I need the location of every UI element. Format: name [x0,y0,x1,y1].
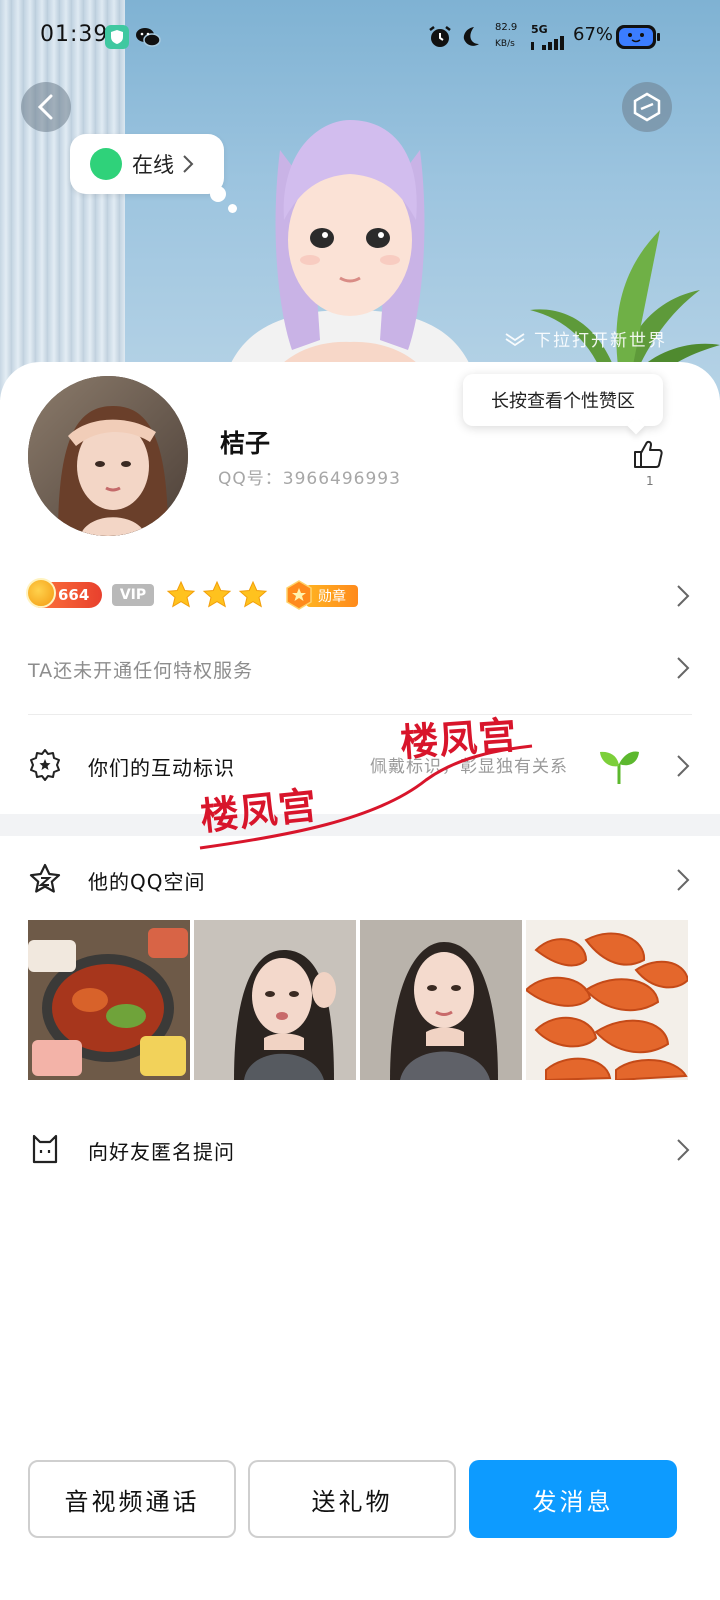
privilege-text: TA还未开通任何特权服务 [28,660,254,682]
qzone-photo-selfie-1[interactable] [194,920,356,1080]
net-speed-value: 82.9 [495,22,518,33]
anonymous-question-label: 向好友匿名提问 [88,1140,235,1164]
qzone-photo-shrimp[interactable] [526,920,688,1080]
more-menu-button[interactable] [622,82,672,132]
qzone-row[interactable]: 他的QQ空间 [0,858,720,902]
send-gift-button[interactable]: 送礼物 [248,1460,456,1538]
network-type: 5G [531,23,548,36]
qzone-photos [28,920,690,1080]
chevron-right-icon [677,657,690,679]
back-arrow-icon [37,94,53,120]
send-message-button[interactable]: 发消息 [469,1460,677,1538]
level-value: 664 [58,586,90,604]
pull-down-hint-text: 下拉打开新世界 [534,331,667,351]
avatar[interactable] [28,376,188,536]
qq-number: QQ号：3966496993 [218,469,401,489]
star-icon [238,580,268,608]
security-shield-icon [105,25,129,49]
signal-icon [531,36,564,50]
bubble-tail [210,186,226,202]
mailbox-cat-icon [32,1134,58,1164]
watermark-swoosh [199,744,533,850]
divider [28,714,692,715]
battery-icon [616,25,660,49]
medal-badge: 勋章 [284,580,360,610]
chevron-right-icon [677,585,690,607]
hexagon-menu-icon [633,92,661,122]
like-tooltip: 长按查看个性赞区 [463,374,663,426]
gear-star-icon [30,749,60,781]
status-time: 01:39 [40,22,109,47]
qzone-photo-hotpot[interactable] [28,920,190,1080]
star-icon [166,580,196,608]
sun-level-icon [26,578,56,608]
chevron-down-double-icon [505,332,525,346]
wechat-icon [136,28,161,47]
back-button[interactable] [21,82,71,132]
bubble-tail-small [228,204,237,213]
like-count: 1 [646,474,654,488]
chevron-right-icon [677,755,690,777]
chevron-right-icon [183,155,194,173]
battery-percent: 67% [573,24,614,45]
privilege-row[interactable]: TA还未开通任何特权服务 [0,648,720,688]
nickname: 桔子 [220,429,271,458]
thumbs-up-icon[interactable] [632,438,664,470]
online-status-label: 在线 [132,153,174,177]
chevron-right-icon [677,1139,690,1161]
anonymous-question-row[interactable]: 向好友匿名提问 [0,1128,720,1172]
qzone-label: 他的QQ空间 [88,870,206,894]
chevron-right-icon [677,869,690,891]
status-bar: 01:39 82.9 KB/s 5G 67% [0,0,720,74]
qzone-photo-selfie-2[interactable] [360,920,522,1080]
profile-card: 桔子 QQ号：3966496993 长按查看个性赞区 1 664 VIP 勋章 … [0,362,720,1600]
badges-row[interactable]: 664 VIP 勋章 [0,578,720,614]
qzone-star-icon [29,863,61,893]
online-dot-icon [90,148,122,180]
online-status-bubble[interactable]: 在线 [70,134,224,194]
medal-icon [286,580,312,610]
do-not-disturb-moon-icon [463,27,479,46]
alarm-icon [429,26,451,47]
sprout-icon [600,751,639,784]
avatar-photo [28,376,188,536]
star-icon [202,580,232,608]
video-call-button[interactable]: 音视频通话 [28,1460,236,1538]
profile-cover[interactable]: 01:39 82.9 KB/s 5G 67% 在线 下拉打开新世界 [0,0,720,400]
pull-down-hint[interactable]: 下拉打开新世界 [504,326,667,351]
vip-badge: VIP [112,584,154,606]
net-speed-unit: KB/s [495,39,515,49]
avatar-3d-character [220,120,480,400]
